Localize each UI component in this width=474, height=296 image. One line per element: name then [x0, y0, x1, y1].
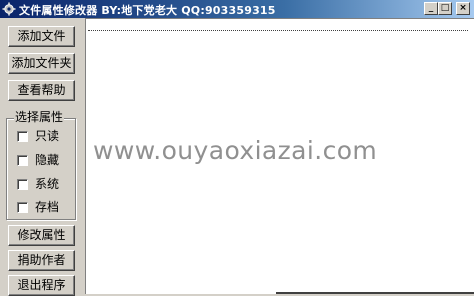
readonly-checkbox[interactable]: [17, 131, 28, 142]
app-gear-icon: [2, 2, 16, 16]
title-bar: 文件属性修改器 BY:地下党老大 QQ:903359315 _ □ ×: [0, 0, 474, 18]
list-focus-line: [88, 30, 468, 31]
archive-checkbox[interactable]: [17, 202, 28, 213]
add-file-button[interactable]: 添加文件: [8, 26, 75, 47]
archive-label: 存档: [35, 200, 60, 214]
system-checkbox[interactable]: [17, 179, 28, 190]
help-button[interactable]: 查看帮助: [8, 80, 75, 101]
maximize-button[interactable]: □: [438, 2, 452, 15]
hidden-checkbox[interactable]: [17, 155, 28, 166]
add-folder-button[interactable]: 添加文件夹: [8, 53, 75, 74]
attributes-group-title: 选择属性: [14, 110, 65, 124]
hidden-label: 隐藏: [35, 153, 60, 167]
readonly-label: 只读: [35, 129, 60, 143]
close-button[interactable]: ×: [456, 2, 470, 15]
system-label: 系统: [35, 177, 60, 191]
window-title: 文件属性修改器 BY:地下党老大 QQ:903359315: [19, 4, 276, 17]
watermark-text: www.ouyaoxiazai.com: [93, 136, 378, 165]
modify-attributes-button[interactable]: 修改属性: [8, 225, 75, 246]
donate-button[interactable]: 捐助作者: [8, 250, 75, 271]
exit-button[interactable]: 退出程序: [8, 275, 75, 296]
minimize-button[interactable]: _: [424, 2, 438, 15]
